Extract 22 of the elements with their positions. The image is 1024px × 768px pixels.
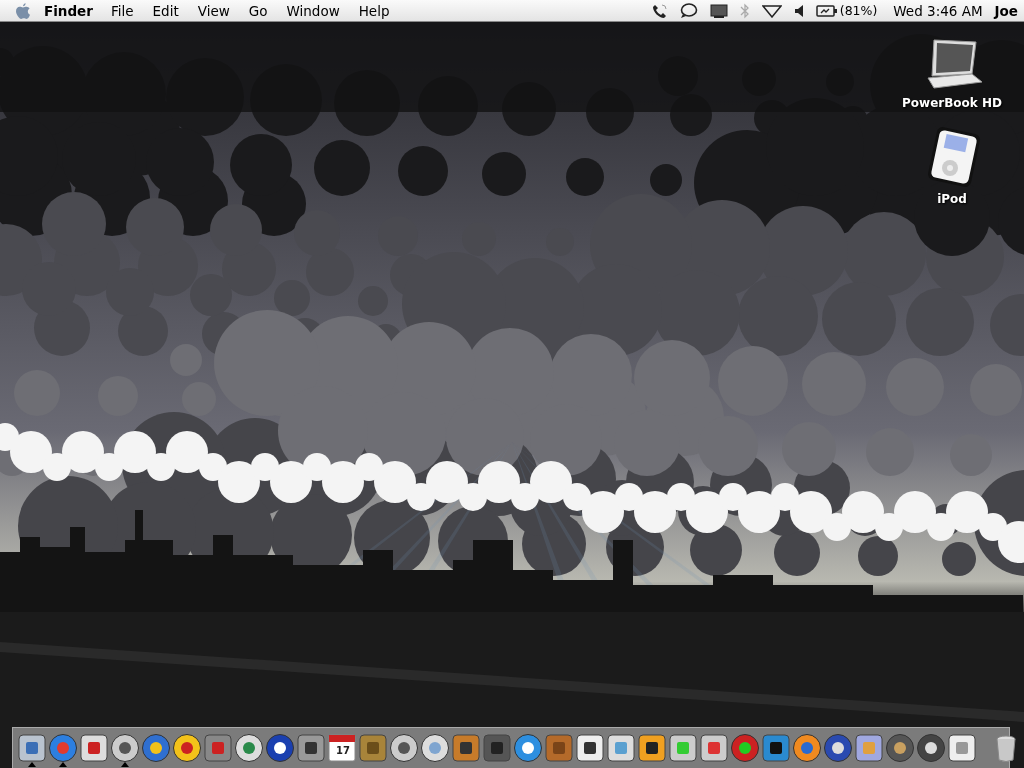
battery-icon[interactable] <box>815 3 838 18</box>
menu-item[interactable]: Window <box>286 2 340 19</box>
speaker-icon[interactable] <box>793 3 804 18</box>
circle-icon[interactable] <box>513 733 543 763</box>
menu-item[interactable]: Help <box>358 2 390 19</box>
menu-clock[interactable]: Wed 3:46 AM <box>893 2 983 19</box>
wifi-icon[interactable] <box>761 3 782 18</box>
desktop-icon-label[interactable]: PowerBook HD <box>902 96 1002 110</box>
battery-reading: (81%) <box>839 3 878 18</box>
menu-item[interactable]: Edit <box>152 2 179 19</box>
menu-item[interactable]: Go <box>248 2 268 19</box>
calendar-date: 17 <box>336 745 350 756</box>
chat-bubble-icon[interactable] <box>679 2 698 19</box>
ring-icon[interactable] <box>792 733 822 763</box>
user-menu[interactable]: Joe <box>994 2 1018 19</box>
app-menu[interactable]: Finder <box>44 2 93 19</box>
menu-item[interactable]: View <box>197 2 230 19</box>
display-icon[interactable] <box>709 2 728 19</box>
menu-item[interactable]: File <box>110 2 134 19</box>
calendar-icon[interactable] <box>327 733 357 763</box>
apple-menu-icon[interactable] <box>16 2 30 19</box>
desktop-icon-label[interactable]: iPod <box>937 192 967 206</box>
